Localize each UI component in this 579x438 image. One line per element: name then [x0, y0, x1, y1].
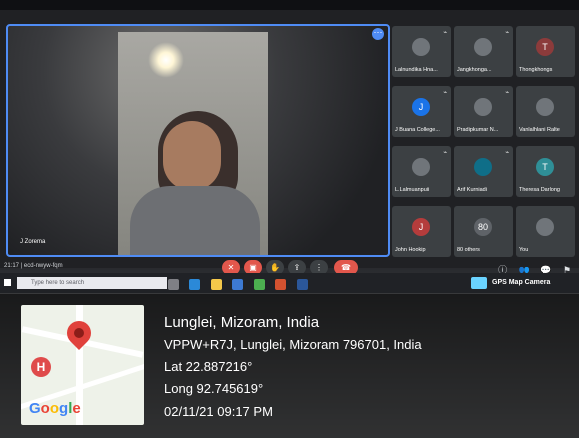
task-view-icon[interactable]: [168, 279, 179, 290]
location-datetime: 02/11/21 09:17 PM: [164, 404, 273, 419]
more-options-icon[interactable]: ⋯: [372, 28, 384, 40]
participant-name: Arif Kurniadi: [457, 187, 487, 193]
location-city: Lunglei, Mizoram, India: [164, 314, 320, 331]
participant-name: Thongkhongs: [519, 67, 553, 73]
mic-muted-icon: ⌁: [505, 30, 509, 36]
avatar: [536, 218, 554, 236]
participant-name: You: [519, 247, 529, 253]
participant-tile[interactable]: J ⌁ J Buana College...: [392, 86, 451, 137]
meet-window: ⋯ J Zorema ⌁ Lalnundika Hna... ⌁ Jangkhong…: [0, 10, 579, 275]
participant-tile[interactable]: ⌁ Arif Kurniadi: [454, 146, 513, 197]
participant-tile[interactable]: T Thongkhongs: [516, 26, 575, 77]
gps-app-label: GPS Map Camera: [492, 279, 551, 286]
participant-name: Jangkhonga...: [457, 67, 492, 73]
avatar: [474, 158, 492, 176]
avatar: [536, 98, 554, 116]
avatar: T: [536, 158, 554, 176]
location-long: Long 92.745619°: [164, 381, 264, 396]
participant-name: John Hookip: [395, 247, 426, 253]
mic-muted-icon: ⌁: [505, 90, 509, 96]
google-logo: Google: [29, 400, 81, 417]
participant-tile[interactable]: ⌁ L.Lalmuanpuii: [392, 146, 451, 197]
mic-muted-icon: ⌁: [443, 150, 447, 156]
taskbar-apps: [168, 277, 314, 295]
chrome-icon[interactable]: [253, 279, 265, 290]
participant-name: J Buana College...: [395, 127, 440, 133]
participant-tile[interactable]: ⌁ Jangkhonga...: [454, 26, 513, 77]
main-speaker-tile[interactable]: ⋯ J Zorema: [6, 24, 390, 257]
participant-name: Vanlalhlani Ralte: [519, 127, 560, 133]
windows-start-icon[interactable]: [4, 279, 11, 286]
participant-name: Theresa Darlong: [519, 187, 560, 193]
map-thumbnail: H Google: [21, 305, 144, 425]
avatar: [412, 38, 430, 56]
monitor-bezel: [0, 0, 579, 10]
meeting-code: 21:17 | ecd-nwyw-fqm: [4, 263, 63, 269]
store-icon[interactable]: [232, 279, 244, 290]
avatar: [412, 158, 430, 176]
location-lat: Lat 22.887216°: [164, 359, 253, 374]
participant-tile[interactable]: ⌁ Pradipkumar N...: [454, 86, 513, 137]
mic-muted-icon: ⌁: [443, 90, 447, 96]
word-icon[interactable]: [296, 279, 308, 290]
participant-tile[interactable]: T Theresa Darlong: [516, 146, 575, 197]
avatar: T: [536, 38, 554, 56]
hospital-icon: H: [31, 357, 51, 377]
avatar: J: [412, 218, 430, 236]
avatar: 80: [474, 218, 492, 236]
location-address: VPPW+R7J, Lunglei, Mizoram 796701, India: [164, 337, 422, 352]
avatar: [474, 38, 492, 56]
participant-tile[interactable]: Vanlalhlani Ralte: [516, 86, 575, 137]
edge-icon[interactable]: [189, 279, 201, 290]
participant-name: Pradipkumar N...: [457, 127, 499, 133]
mic-muted-icon: ⌁: [505, 150, 509, 156]
participant-tile[interactable]: J John Hookip: [392, 206, 451, 257]
taskbar-search[interactable]: Type here to search: [17, 277, 167, 289]
speaker-face: [163, 121, 221, 191]
speaker-name: J Zorema: [20, 239, 46, 245]
clock: 21:17: [4, 263, 20, 269]
meeting-code-text: ecd-nwyw-fqm: [23, 263, 63, 269]
participant-tile[interactable]: You: [516, 206, 575, 257]
participant-tile[interactable]: 80 80 others: [454, 206, 513, 257]
avatar: [474, 98, 492, 116]
participant-name: 80 others: [457, 247, 480, 253]
participant-grid: ⌁ Lalnundika Hna... ⌁ Jangkhonga... T Thong…: [392, 26, 579, 257]
participant-tile[interactable]: ⌁ Lalnundika Hna...: [392, 26, 451, 77]
gps-app-icon: [471, 277, 487, 289]
avatar: J: [412, 98, 430, 116]
file-explorer-icon[interactable]: [210, 279, 222, 290]
ceiling-light: [148, 42, 184, 78]
powerpoint-icon[interactable]: [275, 279, 287, 290]
mic-muted-icon: ⌁: [443, 30, 447, 36]
pin-center: [74, 328, 84, 338]
speaker-body: [130, 186, 260, 255]
participant-name: L.Lalmuanpuii: [395, 187, 430, 193]
participant-name: Lalnundika Hna...: [395, 67, 438, 73]
